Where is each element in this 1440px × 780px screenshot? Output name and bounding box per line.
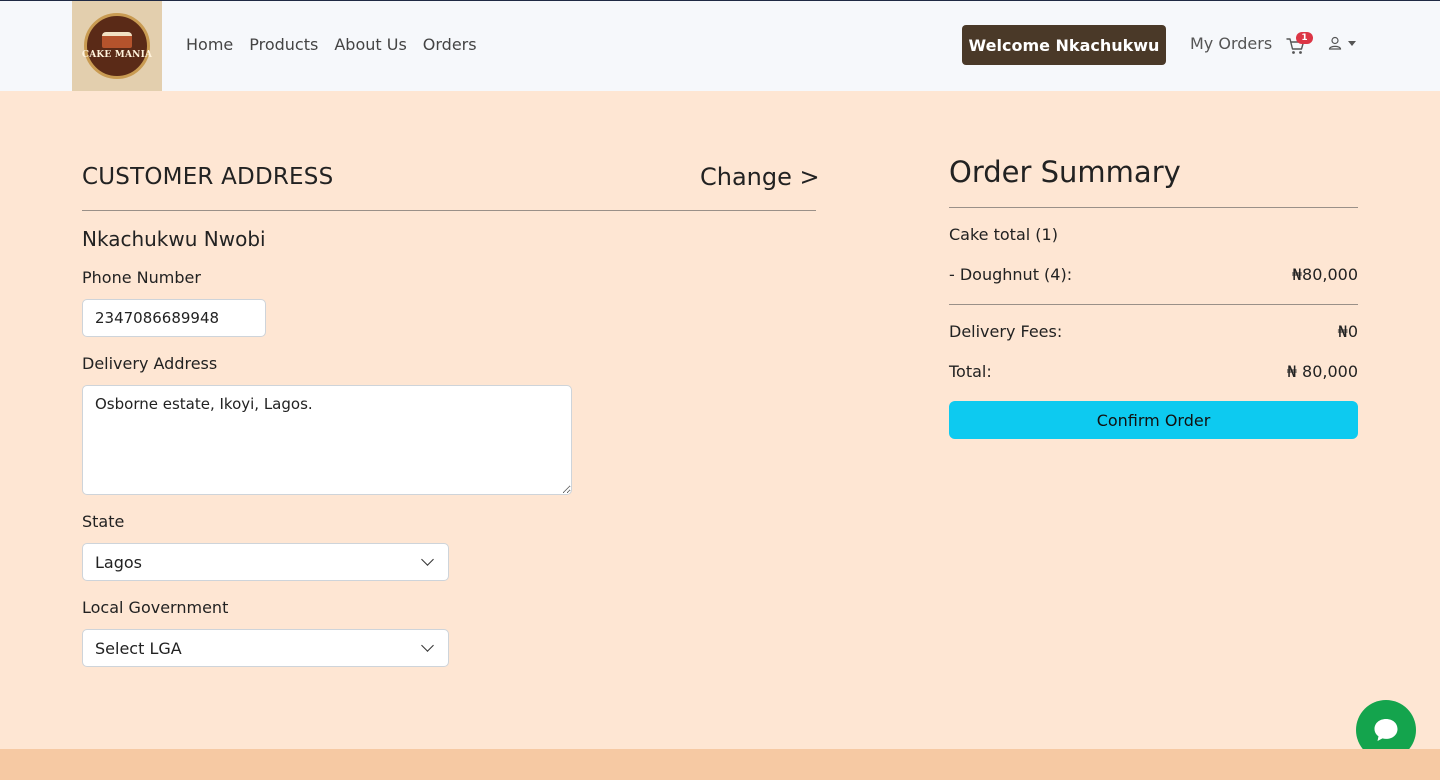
confirm-order-button[interactable]: Confirm Order [949, 401, 1358, 439]
delivery-address-label: Delivery Address [82, 354, 218, 373]
summary-divider-top [949, 207, 1358, 208]
order-summary-heading: Order Summary [949, 155, 1181, 189]
customer-name: Nkachukwu Nwobi [82, 227, 266, 251]
delivery-fees-label: Delivery Fees: [949, 322, 1063, 341]
phone-number-input[interactable] [82, 299, 266, 337]
summary-divider-middle [949, 304, 1358, 305]
nav-link-home[interactable]: Home [186, 35, 233, 54]
state-select[interactable]: Lagos [82, 543, 449, 581]
order-item-row: - Doughnut (4): ₦80,000 [949, 265, 1358, 284]
nav-link-orders[interactable]: Orders [423, 35, 477, 54]
lga-select[interactable]: Select LGA [82, 629, 449, 667]
nav-links: Home Products About Us Orders [186, 35, 493, 54]
cake-icon [102, 32, 132, 48]
order-item-label: - Doughnut (4): [949, 265, 1073, 284]
welcome-button[interactable]: Welcome Nkachukwu [962, 25, 1166, 65]
cart-count-badge: 1 [1296, 32, 1313, 44]
address-divider [82, 210, 816, 211]
chevron-down-icon [1348, 40, 1356, 46]
chevron-down-icon [421, 553, 434, 566]
cake-total-label: Cake total (1) [949, 225, 1058, 244]
logo-text: CAKE MANIA [81, 50, 153, 60]
lga-label: Local Government [82, 598, 229, 617]
chevron-down-icon [421, 639, 434, 652]
my-orders-link[interactable]: My Orders [1190, 34, 1272, 53]
state-select-value: Lagos [95, 552, 142, 572]
footer-strip [0, 749, 1440, 780]
logo-badge: CAKE MANIA [81, 13, 153, 79]
total-value: ₦ 80,000 [1286, 362, 1358, 381]
delivery-fees-value: ₦0 [1337, 322, 1358, 341]
brand-logo[interactable]: CAKE MANIA [72, 1, 162, 91]
customer-address-heading: CUSTOMER ADDRESS [82, 164, 334, 190]
total-row: Total: ₦ 80,000 [949, 362, 1358, 381]
change-address-link[interactable]: Change > [700, 163, 820, 191]
lga-select-value: Select LGA [95, 638, 182, 658]
user-icon [1328, 36, 1342, 50]
user-menu-dropdown[interactable] [1328, 36, 1356, 50]
delivery-address-textarea[interactable]: Osborne estate, Ikoyi, Lagos. [82, 385, 572, 495]
delivery-fees-row: Delivery Fees: ₦0 [949, 322, 1358, 341]
total-label: Total: [949, 362, 992, 381]
chat-bubble-icon [1374, 719, 1398, 741]
order-item-price: ₦80,000 [1291, 265, 1358, 284]
nav-link-products[interactable]: Products [249, 35, 318, 54]
cake-total-row: Cake total (1) [949, 225, 1358, 244]
phone-label: Phone Number [82, 268, 201, 287]
nav-link-about-us[interactable]: About Us [334, 35, 406, 54]
state-label: State [82, 512, 125, 531]
